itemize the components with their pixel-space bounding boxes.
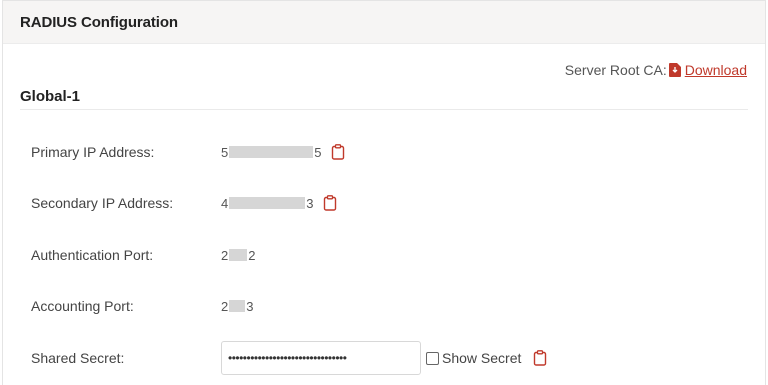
primary-ip-row: Primary IP Address: 5 5	[31, 142, 345, 162]
secondary-ip-prefix: 4	[221, 195, 229, 211]
copy-secondary-ip-icon[interactable]	[323, 195, 337, 211]
copy-primary-ip-icon[interactable]	[331, 144, 345, 160]
secondary-ip-row: Secondary IP Address: 4 3	[31, 193, 337, 213]
group-title: Global-1	[20, 88, 81, 105]
server-root-ca-label: Server Root CA:	[564, 62, 667, 78]
primary-ip-label: Primary IP Address:	[31, 144, 155, 160]
redaction-bar	[229, 249, 248, 261]
panel-header: RADIUS Configuration	[3, 1, 765, 44]
divider	[20, 109, 748, 110]
auth-port-value: 2 2	[221, 248, 255, 263]
shared-secret-input[interactable]: ••••••••••••••••••••••••••••••••	[221, 341, 421, 375]
secondary-ip-label: Secondary IP Address:	[31, 195, 174, 211]
primary-ip-prefix: 5	[221, 144, 229, 160]
redaction-bar	[229, 197, 306, 209]
show-secret-checkbox[interactable]	[426, 351, 439, 365]
show-secret-toggle[interactable]: Show Secret	[426, 350, 521, 366]
auth-port-prefix: 2	[221, 247, 229, 263]
copy-shared-secret-icon[interactable]	[533, 350, 547, 366]
secondary-ip-value: 4 3	[221, 196, 313, 211]
file-pdf-icon[interactable]	[668, 63, 681, 77]
redaction-bar	[229, 146, 314, 158]
acct-port-prefix: 2	[221, 298, 229, 314]
panel-title: RADIUS Configuration	[20, 14, 178, 31]
auth-port-label: Authentication Port:	[31, 247, 154, 263]
acct-port-row: Accounting Port: 2 3	[31, 296, 253, 316]
shared-secret-label: Shared Secret:	[31, 350, 125, 366]
server-root-ca-row: Server Root CA: Download	[565, 62, 747, 78]
primary-ip-suffix: 5	[314, 144, 322, 160]
secondary-ip-suffix: 3	[306, 195, 314, 211]
acct-port-value: 2 3	[221, 299, 253, 314]
show-secret-label: Show Secret	[442, 350, 522, 366]
auth-port-suffix: 2	[248, 247, 256, 263]
shared-secret-row: Shared Secret: •••••••••••••••••••••••••…	[31, 341, 547, 375]
acct-port-suffix: 3	[246, 298, 254, 314]
redaction-bar	[229, 300, 246, 312]
auth-port-row: Authentication Port: 2 2	[31, 245, 255, 265]
radius-config-panel: RADIUS Configuration Server Root CA: Dow…	[2, 0, 766, 385]
acct-port-label: Accounting Port:	[31, 298, 134, 314]
primary-ip-value: 5 5	[221, 145, 321, 160]
download-link[interactable]: Download	[685, 62, 747, 78]
